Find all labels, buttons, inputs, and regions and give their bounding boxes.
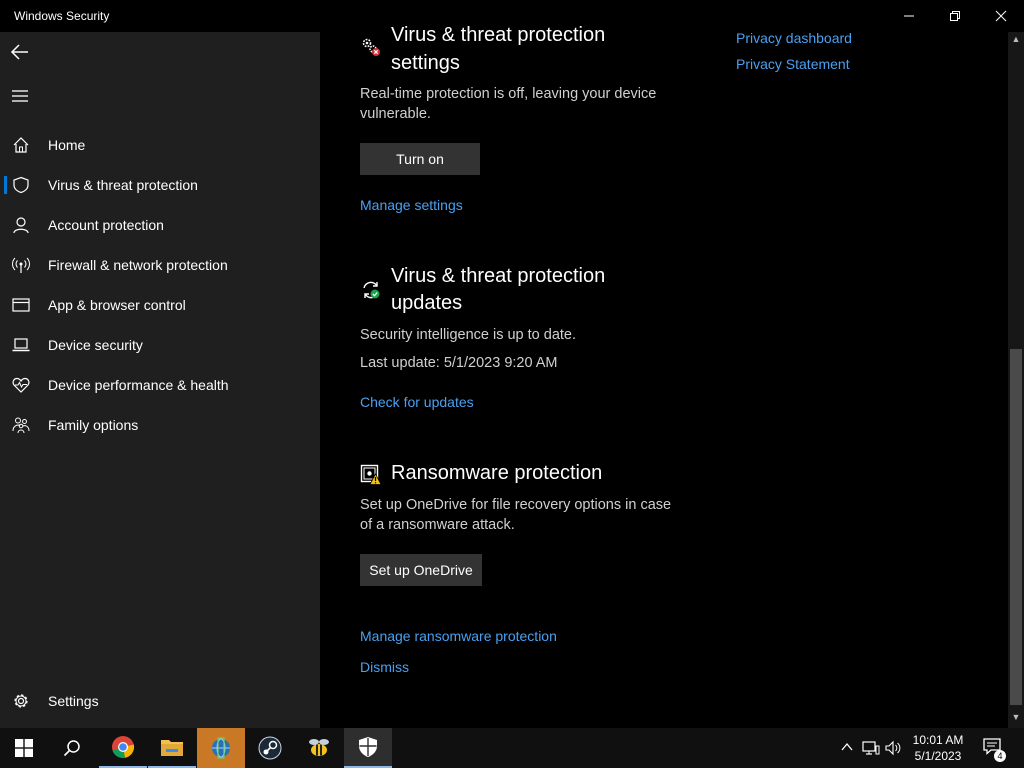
network-icon [862,741,880,755]
sidebar-item-label: Device security [48,337,143,353]
minimize-icon [904,15,914,17]
sidebar-item-device-performance[interactable]: Device performance & health [0,365,320,405]
last-update-text: Last update: 5/1/2023 9:20 AM [360,355,558,371]
settings-section-text-line2: vulnerable. [360,106,431,122]
notification-count-badge: 4 [994,750,1006,762]
sidebar-item-device-security[interactable]: Device security [0,325,320,365]
active-indicator [4,176,7,194]
start-button[interactable] [0,728,48,768]
manage-ransomware-protection-link[interactable]: Manage ransomware protection [360,628,557,644]
taskbar-windows-security[interactable] [344,728,392,768]
windows-security-icon [359,737,377,757]
sidebar-item-firewall[interactable]: Firewall & network protection [0,245,320,285]
taskbar-clock[interactable]: 10:01 AM 5/1/2023 [900,732,976,764]
taskbar-network-app[interactable] [197,728,245,768]
file-explorer-icon [161,740,183,756]
ransomware-warning-icon [360,464,382,485]
person-icon [13,217,29,234]
menu-button[interactable] [8,84,32,108]
taskbar-bee-app[interactable] [295,728,343,768]
back-arrow-icon [10,44,28,60]
start-icon [15,739,33,757]
show-hidden-icons-button[interactable] [840,740,854,757]
sidebar-item-label: App & browser control [48,297,186,313]
sidebar: Home Virus & threat protection Account p… [0,32,320,728]
privacy-statement-link[interactable]: Privacy Statement [736,56,850,72]
ransomware-section-title: Ransomware protection [391,462,603,484]
sidebar-item-home[interactable]: Home [0,125,320,165]
settings-section-text-line1: Real-time protection is off, leaving you… [360,86,657,102]
network-app-icon [212,737,230,759]
minimize-button[interactable] [886,0,932,32]
sidebar-item-account-protection[interactable]: Account protection [0,205,320,245]
family-icon [12,417,30,434]
bee-app-icon [309,739,329,756]
restore-icon [950,11,960,21]
taskbar-file-explorer[interactable] [148,728,196,768]
turn-on-button[interactable]: Turn on [360,143,480,175]
ransomware-text-line2: of a ransomware attack. [360,517,515,533]
settings-section-title-line1: Virus & threat protection [391,24,606,46]
updates-section-title-line1: Virus & threat protection [391,265,606,287]
back-button[interactable] [8,40,32,64]
shield-icon [13,176,29,194]
check-for-updates-link[interactable]: Check for updates [360,394,474,410]
main-content: Virus & threat protection settings Real-… [320,24,1008,728]
taskbar: 10:01 AM 5/1/2023 4 [0,728,1024,768]
hamburger-icon [12,90,28,102]
privacy-dashboard-link[interactable]: Privacy dashboard [736,30,852,46]
laptop-icon [12,338,30,352]
steam-icon [258,736,282,760]
restore-button[interactable] [932,0,978,32]
gear-icon [14,694,28,708]
chevron-up-icon [841,742,853,751]
home-icon [13,137,29,153]
volume-icon [885,740,901,756]
sidebar-item-label: Account protection [48,217,164,233]
security-intelligence-status: Security intelligence is up to date. [360,327,577,343]
taskbar-chrome[interactable] [99,728,147,768]
sidebar-item-family-options[interactable]: Family options [0,405,320,445]
refresh-check-icon [363,281,380,299]
clock-date: 5/1/2023 [914,749,962,763]
sidebar-item-label: Home [48,137,86,153]
heart-pulse-icon [12,377,30,393]
taskbar-steam[interactable] [246,728,294,768]
sidebar-item-settings[interactable]: Settings [0,681,320,721]
antenna-icon [12,257,30,273]
ransomware-text-line1: Set up OneDrive for file recovery option… [360,497,672,513]
settings-section-title-line2: settings [391,52,460,74]
window-title: Windows Security [14,9,110,23]
close-button[interactable] [978,0,1024,32]
sidebar-item-label: Virus & threat protection [48,177,198,193]
search-button[interactable] [48,728,96,768]
settings-label: Settings [48,693,99,709]
scroll-up-arrow-icon[interactable]: ▲ [1008,34,1024,48]
close-icon [995,10,1007,22]
sidebar-item-label: Device performance & health [48,377,229,393]
chrome-icon [112,736,135,758]
scrollbar-thumb[interactable] [1010,349,1022,705]
sidebar-item-virus-threat-protection[interactable]: Virus & threat protection [0,165,320,205]
updates-section-title-line2: updates [391,292,463,314]
manage-settings-link[interactable]: Manage settings [360,197,463,213]
dismiss-link[interactable]: Dismiss [360,659,409,675]
sidebar-item-app-browser-control[interactable]: App & browser control [0,285,320,325]
network-tray-button[interactable] [862,740,880,759]
set-up-onedrive-button[interactable]: Set up OneDrive [360,554,482,586]
sidebar-item-label: Family options [48,417,139,433]
sidebar-item-label: Firewall & network protection [48,257,228,273]
gears-warning-icon [362,38,380,56]
clock-time: 10:01 AM [912,733,964,747]
volume-tray-button[interactable] [885,740,901,759]
scroll-down-arrow-icon[interactable]: ▼ [1008,712,1024,726]
windows-security-window: Windows Security Home Virus & threat pro… [0,0,1024,728]
search-icon [63,740,80,757]
browser-window-icon [12,298,30,312]
